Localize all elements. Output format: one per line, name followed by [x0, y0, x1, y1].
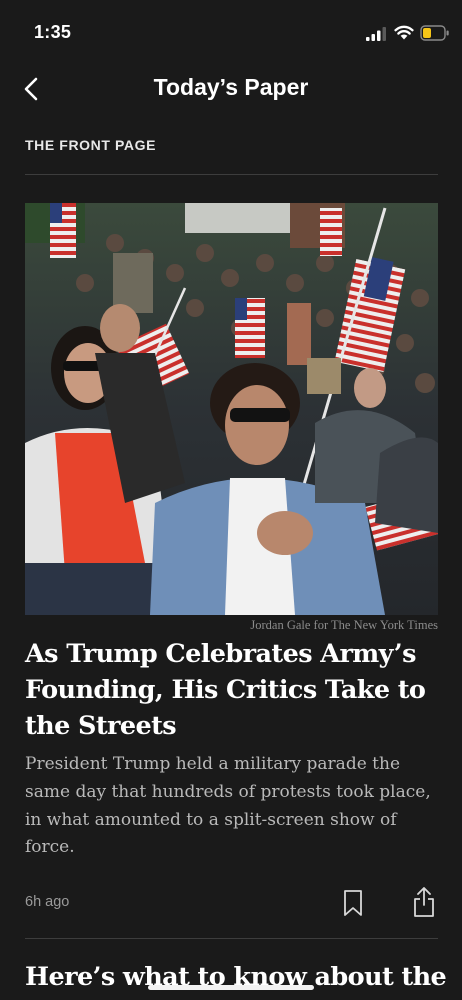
section-label: THE FRONT PAGE [25, 137, 157, 153]
protest-photo [25, 203, 438, 615]
share-icon [414, 887, 434, 917]
article-headline[interactable]: As Trump Celebrates Army’s Founding, His… [25, 636, 445, 744]
battery-icon [420, 25, 449, 41]
article-timestamp: 6h ago [25, 894, 70, 910]
page-title: Today’s Paper [153, 74, 309, 100]
article-summary[interactable]: President Trump held a military parade t… [25, 751, 440, 862]
bookmark-button[interactable] [340, 886, 366, 920]
divider [25, 174, 438, 175]
bookmark-icon [344, 890, 362, 916]
photo-credit: Jordan Gale for The New York Times [250, 618, 438, 632]
status-time: 1:35 [34, 22, 72, 42]
divider [25, 938, 438, 939]
status-bar: 1:35 [0, 0, 462, 64]
wifi-icon [394, 25, 414, 40]
article-hero-image[interactable] [25, 203, 438, 615]
nav-bar: Today’s Paper [0, 64, 462, 114]
home-indicator[interactable] [148, 985, 314, 990]
cellular-signal-icon [366, 27, 386, 41]
share-button[interactable] [410, 884, 438, 920]
